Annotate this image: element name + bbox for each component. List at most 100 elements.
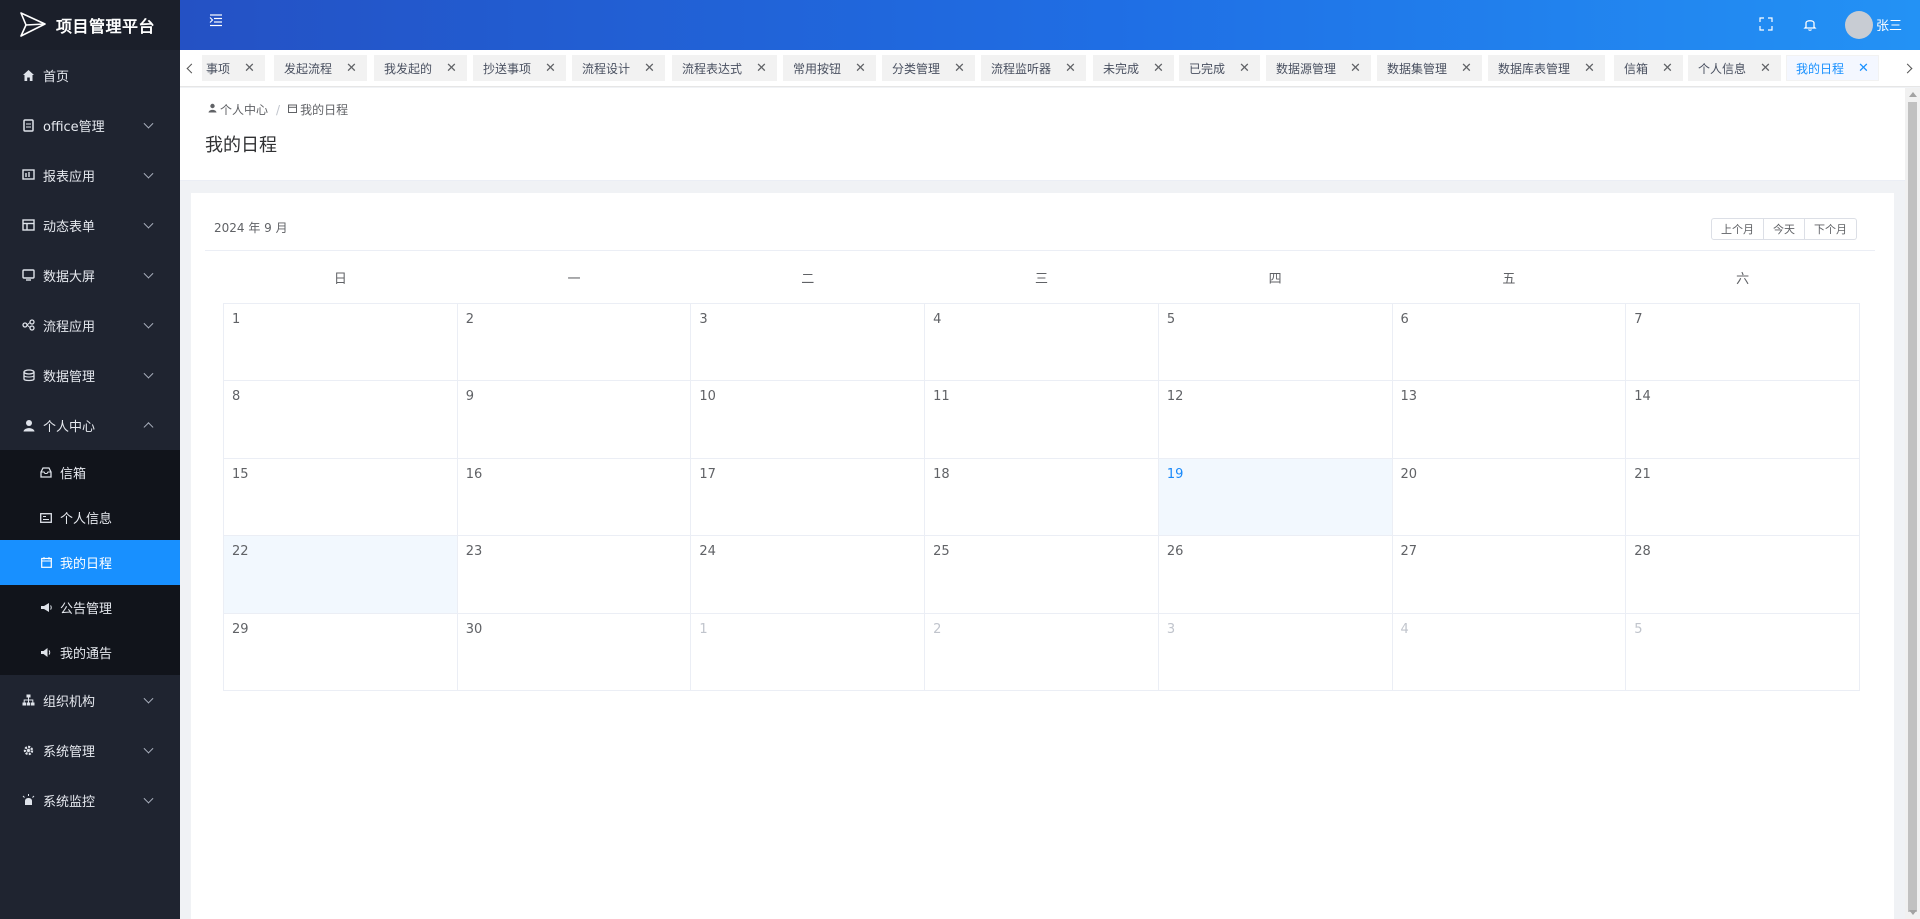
sidebar-item-data-management[interactable]: 数据管理 xyxy=(0,350,180,400)
close-icon[interactable]: ✕ xyxy=(1584,61,1595,76)
close-icon[interactable]: ✕ xyxy=(1350,61,1361,76)
day-cell[interactable]: 8 xyxy=(223,380,458,459)
day-cell-selected[interactable]: 22 xyxy=(223,535,458,614)
close-icon[interactable]: ✕ xyxy=(545,61,556,76)
day-cell[interactable]: 1 xyxy=(223,302,458,382)
day-cell-next-month[interactable]: 4 xyxy=(1391,612,1627,692)
breadcrumb-parent[interactable]: 个人中心 xyxy=(220,101,268,118)
close-icon[interactable]: ✕ xyxy=(1858,61,1869,76)
tag-item[interactable]: 流程表达式 ✕ xyxy=(672,55,777,81)
day-cell[interactable]: 25 xyxy=(924,535,1159,614)
tag-item[interactable]: 事项 ✕ xyxy=(196,55,265,81)
close-icon[interactable]: ✕ xyxy=(1239,61,1250,76)
sidebar-item-personal-center[interactable]: 个人中心 xyxy=(0,400,180,450)
tag-item[interactable]: 抄送事项 ✕ xyxy=(473,55,566,81)
day-cell[interactable]: 3 xyxy=(690,302,926,382)
tag-item[interactable]: 分类管理 ✕ xyxy=(882,55,975,81)
day-cell[interactable]: 30 xyxy=(456,612,692,692)
tag-item[interactable]: 个人信息 ✕ xyxy=(1688,55,1781,81)
close-icon[interactable]: ✕ xyxy=(855,61,866,76)
bell-icon[interactable] xyxy=(1802,16,1818,32)
day-cell[interactable]: 13 xyxy=(1391,380,1627,459)
sidebar-item-home[interactable]: 首页 xyxy=(0,50,180,100)
close-icon[interactable]: ✕ xyxy=(244,61,255,76)
day-cell[interactable]: 26 xyxy=(1157,535,1393,614)
tag-item[interactable]: 已完成 ✕ xyxy=(1179,55,1260,81)
day-cell[interactable]: 27 xyxy=(1391,535,1627,614)
day-cell-next-month[interactable]: 1 xyxy=(690,612,926,692)
close-icon[interactable]: ✕ xyxy=(1153,61,1164,76)
sidebar-subitem-mailbox[interactable]: 信箱 xyxy=(0,450,180,495)
sidebar-subitem-my-schedule[interactable]: 我的日程 xyxy=(0,540,180,585)
close-icon[interactable]: ✕ xyxy=(1461,61,1472,76)
day-cell[interactable]: 5 xyxy=(1157,302,1393,382)
day-cell[interactable]: 20 xyxy=(1391,457,1627,537)
username[interactable]: 张三 xyxy=(1876,15,1902,34)
tag-item[interactable]: 未完成 ✕ xyxy=(1093,55,1174,81)
day-cell[interactable]: 28 xyxy=(1625,535,1860,614)
sidebar-subitem-personal-info[interactable]: 个人信息 xyxy=(0,495,180,540)
tag-item[interactable]: 数据源管理 ✕ xyxy=(1266,55,1371,81)
day-cell[interactable]: 7 xyxy=(1625,302,1860,382)
day-cell[interactable]: 6 xyxy=(1391,302,1627,382)
scroll-up-arrow-icon[interactable] xyxy=(1909,92,1917,97)
day-cell-today[interactable]: 19 xyxy=(1157,457,1393,537)
tag-item[interactable]: 流程设计 ✕ xyxy=(572,55,665,81)
close-icon[interactable]: ✕ xyxy=(1662,61,1673,76)
menu-collapse-icon[interactable] xyxy=(208,12,224,28)
tag-item[interactable]: 常用按钮 ✕ xyxy=(783,55,876,81)
tag-item[interactable]: 信箱 ✕ xyxy=(1614,55,1683,81)
day-cell-next-month[interactable]: 5 xyxy=(1625,612,1860,692)
close-icon[interactable]: ✕ xyxy=(1760,61,1771,76)
scroll-down-arrow-icon[interactable] xyxy=(1909,910,1917,915)
day-cell[interactable]: 12 xyxy=(1157,380,1393,459)
day-cell[interactable]: 11 xyxy=(924,380,1159,459)
day-cell[interactable]: 23 xyxy=(456,535,692,614)
prev-month-button[interactable]: 上个月 xyxy=(1711,218,1764,240)
fullscreen-icon[interactable] xyxy=(1758,16,1774,32)
day-cell[interactable]: 10 xyxy=(690,380,926,459)
day-cell[interactable]: 24 xyxy=(690,535,926,614)
sidebar-item-system-management[interactable]: 系统管理 xyxy=(0,725,180,775)
day-cell-next-month[interactable]: 2 xyxy=(924,612,1159,692)
close-icon[interactable]: ✕ xyxy=(1065,61,1076,76)
day-cell[interactable]: 29 xyxy=(223,612,458,692)
sidebar-item-reports[interactable]: 报表应用 xyxy=(0,150,180,200)
close-icon[interactable]: ✕ xyxy=(954,61,965,76)
day-cell[interactable]: 17 xyxy=(690,457,926,537)
day-cell[interactable]: 14 xyxy=(1625,380,1860,459)
sidebar-item-system-monitor[interactable]: 系统监控 xyxy=(0,775,180,825)
sidebar-subitem-announcements[interactable]: 公告管理 xyxy=(0,585,180,630)
app-logo[interactable]: 项目管理平台 xyxy=(0,0,180,50)
tag-item[interactable]: 数据集管理 ✕ xyxy=(1377,55,1482,81)
sidebar-item-organization[interactable]: 组织机构 xyxy=(0,675,180,725)
day-cell[interactable]: 2 xyxy=(456,302,692,382)
tag-item[interactable]: 我发起的 ✕ xyxy=(374,55,467,81)
tag-item[interactable]: 数据库表管理 ✕ xyxy=(1488,55,1605,81)
today-button[interactable]: 今天 xyxy=(1764,218,1805,240)
day-cell[interactable]: 21 xyxy=(1625,457,1860,537)
close-icon[interactable]: ✕ xyxy=(346,61,357,76)
tag-item[interactable]: 流程监听器 ✕ xyxy=(981,55,1086,81)
close-icon[interactable]: ✕ xyxy=(446,61,457,76)
day-cell[interactable]: 18 xyxy=(924,457,1159,537)
sidebar-item-dashboard[interactable]: 数据大屏 xyxy=(0,250,180,300)
tag-item-active[interactable]: 我的日程 ✕ xyxy=(1786,55,1879,81)
sidebar-item-office[interactable]: office管理 xyxy=(0,100,180,150)
close-icon[interactable]: ✕ xyxy=(756,61,767,76)
tag-item[interactable]: 发起流程 ✕ xyxy=(274,55,367,81)
day-cell[interactable]: 9 xyxy=(456,380,692,459)
close-icon[interactable]: ✕ xyxy=(644,61,655,76)
sidebar-subitem-my-notices[interactable]: 我的通告 xyxy=(0,630,180,675)
day-cell[interactable]: 15 xyxy=(223,457,458,537)
day-cell[interactable]: 4 xyxy=(924,302,1159,382)
sidebar-item-dynamic-form[interactable]: 动态表单 xyxy=(0,200,180,250)
scrollbar-thumb[interactable] xyxy=(1908,102,1917,912)
tags-scroll-left-icon[interactable] xyxy=(180,50,202,86)
day-cell[interactable]: 16 xyxy=(456,457,692,537)
day-cell-next-month[interactable]: 3 xyxy=(1157,612,1393,692)
next-month-button[interactable]: 下个月 xyxy=(1805,218,1857,240)
avatar[interactable] xyxy=(1845,11,1873,39)
sidebar-item-flow-app[interactable]: 流程应用 xyxy=(0,300,180,350)
page-scrollbar[interactable] xyxy=(1905,88,1920,919)
